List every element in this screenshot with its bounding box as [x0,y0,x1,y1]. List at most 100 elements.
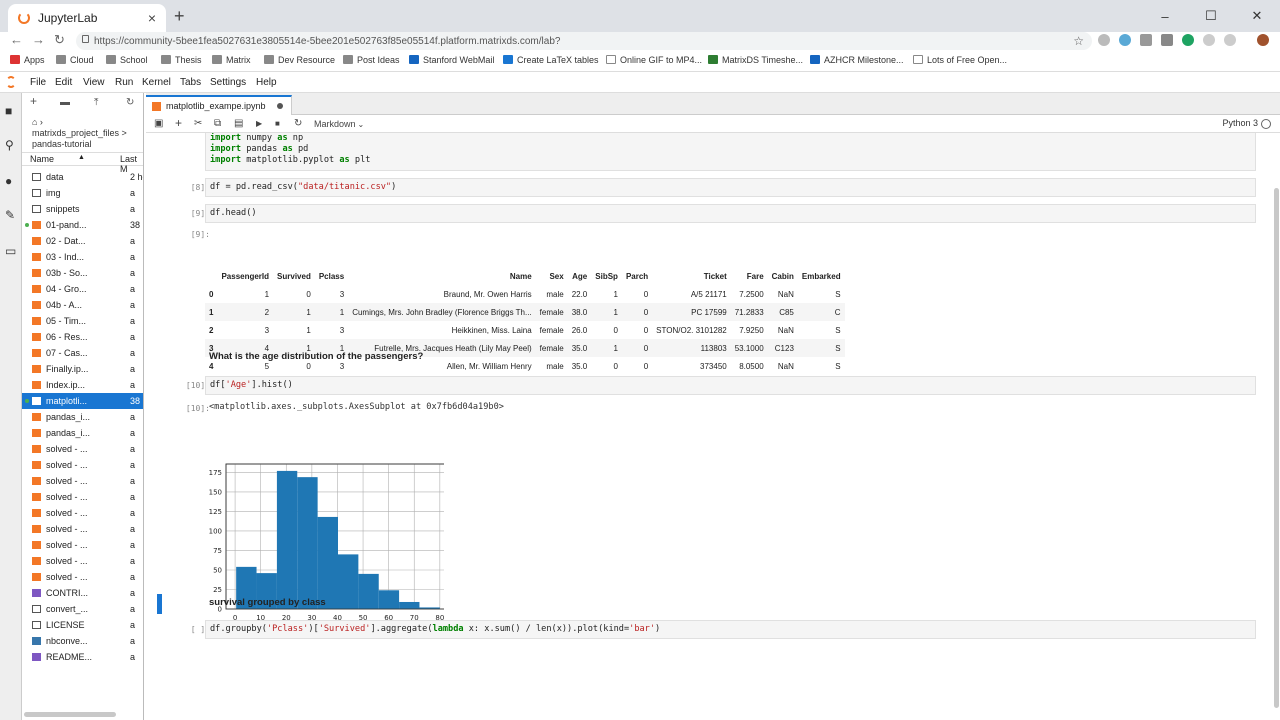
file-item[interactable]: solved - ... a [22,569,143,585]
unsaved-dot-icon[interactable] [277,103,283,109]
minimize-icon[interactable]: – [1142,9,1188,24]
close-window-icon[interactable]: ✕ [1234,8,1280,24]
menu-view[interactable]: View [83,77,105,88]
bookmark-matrix[interactable]: Matrix [212,55,251,65]
cut-icon[interactable]: ✂ [194,118,202,129]
extension-code-icon[interactable] [1203,34,1215,46]
bookmark-latex-tables[interactable]: Create LaTeX tables [503,55,599,65]
run-icon[interactable]: ▶ [256,119,262,128]
code-cell-read-csv[interactable]: df = pd.read_csv("data/titanic.csv") [205,178,1256,197]
notebook-scrollbar[interactable] [1274,188,1279,708]
palette-icon[interactable]: ● [5,175,17,187]
file-item[interactable]: solved - ... a [22,505,143,521]
forward-icon[interactable]: → [32,32,45,47]
new-folder-icon[interactable]: ▬ [60,97,70,108]
bookmark-free-open[interactable]: Lots of Free Open... [913,55,1007,65]
file-item[interactable]: 03b - So... a [22,265,143,281]
folder-icon[interactable]: ■ [5,105,17,117]
file-item[interactable]: Index.ip... a [22,377,143,393]
menu-edit[interactable]: Edit [55,77,72,88]
save-icon[interactable]: ▣ [154,118,163,129]
file-item[interactable]: img a [22,185,143,201]
bookmark-school[interactable]: School [106,55,148,65]
file-item[interactable]: convert_... a [22,601,143,617]
insert-cell-icon[interactable]: + [175,116,182,130]
file-item[interactable]: 05 - Tim... a [22,313,143,329]
file-item[interactable]: pandas_i... a [22,425,143,441]
file-item[interactable]: solved - ... a [22,457,143,473]
code-cell-imports[interactable]: import numpy as np import pandas as pd imp… [205,133,1256,171]
bookmark-star-icon[interactable]: ☆ [1073,34,1084,48]
extension-cloud-icon[interactable] [1098,34,1110,46]
kernel-name[interactable]: Python 3 [1222,118,1258,128]
file-item[interactable]: nbconve... a [22,633,143,649]
menu-help[interactable]: Help [256,77,277,88]
file-item[interactable]: matplotli... 38 minu [22,393,143,409]
menu-tabs[interactable]: Tabs [180,77,201,88]
stop-icon[interactable]: ■ [275,119,280,128]
reload-icon[interactable]: ↻ [54,32,65,48]
home-icon[interactable]: ⌂ › [32,117,127,128]
new-launcher-icon[interactable]: + [30,94,37,108]
file-browser-scrollbar[interactable] [24,712,116,717]
markdown-heading[interactable]: What is the age distribution of the pass… [209,351,423,362]
bookmark-post-ideas[interactable]: Post Ideas [343,55,400,65]
file-item[interactable]: LICENSE a [22,617,143,633]
tabs-icon[interactable]: ▭ [5,245,17,257]
file-item[interactable]: solved - ... a [22,537,143,553]
maximize-icon[interactable]: ☐ [1188,8,1234,24]
file-item[interactable]: solved - ... a [22,441,143,457]
file-item[interactable]: 01-pand... 38 minu [22,217,143,233]
profile-avatar[interactable] [1257,34,1269,46]
bookmark-cloud[interactable]: Cloud [56,55,94,65]
markdown-heading[interactable]: survival grouped by class [209,597,326,608]
file-item[interactable]: CONTRI... a [22,585,143,601]
file-item[interactable]: 03 - Ind... a [22,249,143,265]
file-item[interactable]: solved - ... a [22,473,143,489]
code-cell-groupby[interactable]: df.groupby('Pclass')['Survived'].aggrega… [205,620,1256,639]
close-tab-icon[interactable]: × [148,10,156,26]
wrench-icon[interactable]: ✎ [5,209,17,221]
paste-icon[interactable]: ▤ [234,118,243,129]
notebook-tab[interactable]: matplotlib_exampe.ipynb [146,95,292,115]
bookmark-thesis[interactable]: Thesis [161,55,202,65]
upload-icon[interactable]: ⤒ [94,97,98,108]
breadcrumb-item[interactable]: pandas-tutorial [32,139,127,150]
file-item[interactable]: solved - ... a [22,521,143,537]
bookmark-stanford-webmail[interactable]: Stanford WebMail [409,55,494,65]
menu-file[interactable]: File [30,77,46,88]
menu-settings[interactable]: Settings [210,77,246,88]
new-tab-icon[interactable]: + [174,6,185,27]
code-cell-hist[interactable]: df['Age'].hist() [205,376,1256,395]
bookmark-gif-mp4[interactable]: Online GIF to MP4... [606,55,702,65]
file-item[interactable]: solved - ... a [22,489,143,505]
running-icon[interactable]: ⚲ [5,139,17,151]
file-item[interactable]: pandas_i... a [22,409,143,425]
restart-icon[interactable]: ↻ [294,118,302,129]
cell-type-select[interactable]: Markdown ⌄ [314,119,364,129]
file-item[interactable]: Finally.ip... a [22,361,143,377]
copy-icon[interactable]: ⧉ [214,118,221,129]
name-column-header[interactable]: Name [30,154,54,164]
bookmark-dev-resource[interactable]: Dev Resource [264,55,335,65]
menu-run[interactable]: Run [115,77,133,88]
extension-grid-icon[interactable] [1161,34,1173,46]
bookmark-apps[interactable]: Apps [10,55,45,65]
file-item[interactable]: 06 - Res... a [22,329,143,345]
extension-grammarly-icon[interactable] [1182,34,1194,46]
address-bar[interactable]: https://community-5bee1fea5027631e380551… [76,32,1092,50]
browser-tab[interactable]: JupyterLab × [8,4,166,32]
refresh-icon[interactable]: ↻ [126,97,134,108]
back-icon[interactable]: ← [10,32,23,47]
file-item[interactable]: 04b - A... a [22,297,143,313]
bookmark-timesheet[interactable]: MatrixDS Timeshe... [708,55,803,65]
file-item[interactable]: README... a [22,649,143,665]
file-item[interactable]: 04 - Gro... a [22,281,143,297]
extension-shield-icon[interactable] [1119,34,1131,46]
file-item[interactable]: solved - ... a [22,553,143,569]
file-item[interactable]: 02 - Dat... a [22,233,143,249]
breadcrumb-item[interactable]: matrixds_project_files > [32,128,127,139]
extension-box-icon[interactable] [1140,34,1152,46]
code-cell-head[interactable]: df.head() [205,204,1256,223]
file-item[interactable]: data 2 ho [22,169,143,185]
